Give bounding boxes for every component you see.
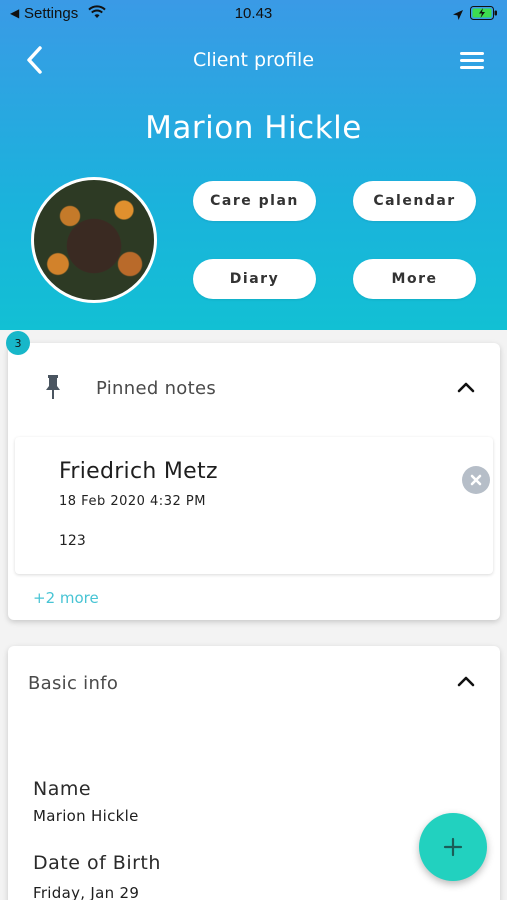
more-notes-link[interactable]: +2 more [33, 589, 99, 607]
note-body: 123 [59, 533, 86, 549]
add-button[interactable] [419, 813, 487, 881]
plus-icon [443, 837, 463, 857]
pinned-note[interactable]: Friedrich Metz 18 Feb 2020 4:32 PM 123 [15, 437, 493, 574]
client-name: Marion Hickle [145, 110, 362, 146]
more-button[interactable]: More [353, 259, 476, 299]
close-icon [470, 474, 482, 486]
battery-icon [470, 6, 498, 24]
name-value: Marion Hickle [33, 807, 139, 825]
hamburger-menu-icon [460, 52, 484, 69]
note-date: 18 Feb 2020 4:32 PM [59, 494, 206, 509]
status-bar: ◀ Settings 10.43 [0, 0, 507, 28]
note-author: Friedrich Metz [59, 459, 218, 484]
menu-button[interactable] [458, 48, 488, 72]
pin-icon [44, 374, 62, 400]
basic-info-title: Basic info [28, 673, 119, 694]
remove-note-button[interactable] [462, 466, 490, 494]
dob-label: Date of Birth [33, 852, 161, 874]
care-plan-button[interactable]: Care plan [193, 181, 316, 221]
avatar[interactable] [31, 177, 157, 303]
chevron-up-icon [457, 382, 475, 393]
chevron-up-icon [457, 676, 475, 687]
status-time: 10.43 [234, 5, 273, 22]
dob-value: Friday, Jan 29 [33, 884, 140, 900]
diary-button[interactable]: Diary [193, 259, 316, 299]
collapse-basic-info-button[interactable] [456, 673, 476, 687]
pinned-notes-title: Pinned notes [96, 378, 217, 399]
page-title: Client profile [192, 49, 315, 71]
name-label: Name [33, 778, 92, 800]
collapse-pinned-button[interactable] [456, 379, 476, 393]
location-arrow-icon [452, 7, 464, 25]
pinned-count-badge: 3 [6, 331, 30, 355]
calendar-button[interactable]: Calendar [353, 181, 476, 221]
